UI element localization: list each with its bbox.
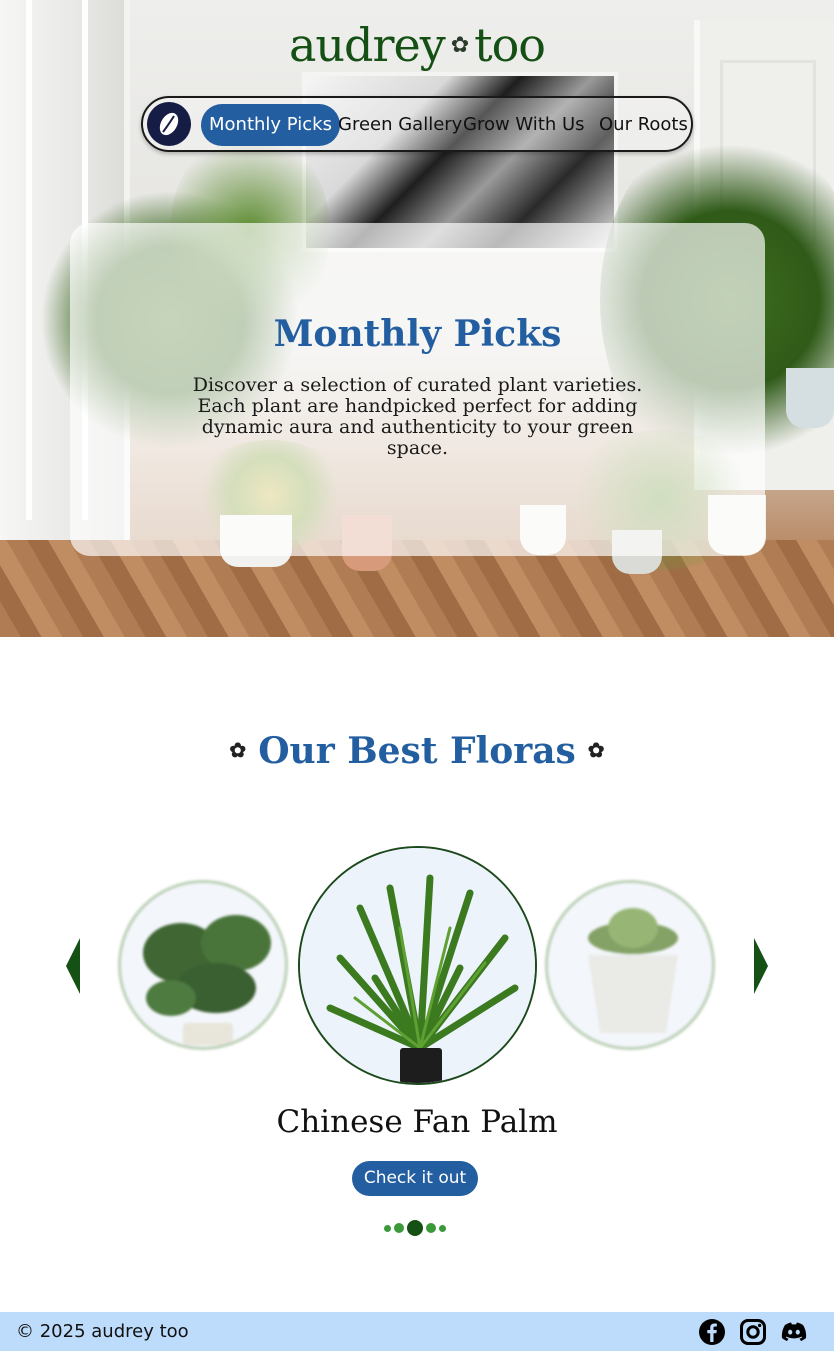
succulent-plant-image	[548, 883, 712, 1047]
brand-name-right: too	[474, 18, 546, 72]
carousel-dot[interactable]	[384, 1224, 391, 1232]
carousel-pagination	[384, 1219, 446, 1237]
carousel-next-arrow-icon[interactable]	[754, 938, 768, 994]
carousel-dot[interactable]	[426, 1223, 436, 1233]
section-title: ✿ Our Best Floras ✿	[0, 730, 834, 772]
hero-card: Monthly Picks Discover a selection of cu…	[70, 223, 765, 556]
flower-icon: ✿	[587, 738, 605, 762]
carousel-dot[interactable]	[394, 1223, 404, 1233]
nav-item-grow-with-us[interactable]: Grow With Us	[455, 104, 593, 146]
brand-name-left: audrey	[288, 18, 446, 72]
footer: © 2025 audrey too	[0, 1312, 834, 1351]
leaf-icon	[159, 112, 179, 136]
discord-icon[interactable]	[780, 1318, 808, 1346]
nav-item-our-roots[interactable]: Our Roots	[591, 104, 696, 146]
main-nav: Monthly Picks Green Gallery Grow With Us…	[141, 96, 693, 152]
monstera-plant-image	[121, 883, 285, 1047]
copyright-text: © 2025 audrey too	[16, 1321, 189, 1342]
hero-description: Discover a selection of curated plant va…	[192, 374, 643, 459]
carousel-prev-arrow-icon[interactable]	[66, 938, 80, 994]
nav-item-monthly-picks[interactable]: Monthly Picks	[201, 104, 340, 146]
nav-item-green-gallery[interactable]: Green Gallery	[330, 104, 470, 146]
fan-palm-plant-image	[300, 848, 535, 1083]
check-it-out-button[interactable]: Check it out	[352, 1161, 478, 1196]
hero-section: audrey ✿ too Monthly Picks Green Gallery G…	[0, 0, 834, 637]
brand-logo[interactable]: audrey ✿ too	[0, 18, 834, 72]
instagram-icon[interactable]	[739, 1318, 767, 1346]
hero-title: Monthly Picks	[273, 313, 562, 355]
carousel-slide-previous[interactable]	[118, 880, 288, 1050]
flower-icon: ✿	[450, 32, 469, 58]
section-title-text: Our Best Floras	[258, 730, 576, 772]
carousel-slide-current[interactable]	[298, 846, 537, 1085]
nav-home-button[interactable]	[147, 102, 191, 146]
carousel-dot[interactable]	[439, 1224, 446, 1232]
flower-icon: ✿	[229, 738, 247, 762]
background-pot	[786, 368, 834, 428]
carousel-slide-next[interactable]	[545, 880, 715, 1050]
carousel-dot-active[interactable]	[407, 1220, 423, 1236]
current-plant-name: Chinese Fan Palm	[276, 1104, 558, 1140]
facebook-icon[interactable]	[698, 1318, 726, 1346]
